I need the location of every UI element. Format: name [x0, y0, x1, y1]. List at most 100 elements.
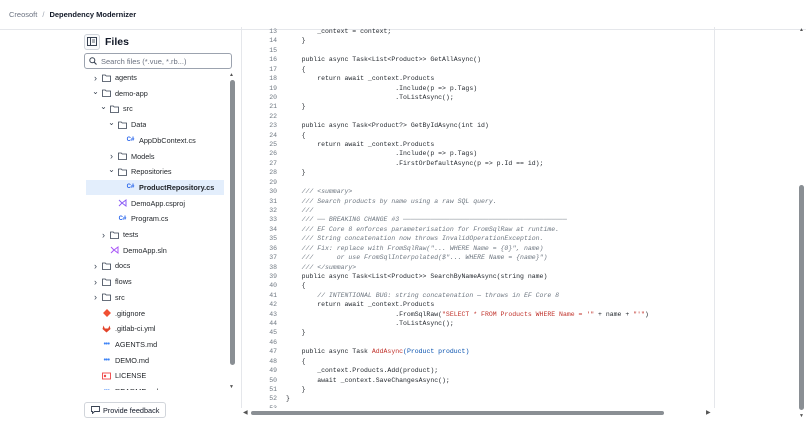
file-sidebar: Files › agents ⌄ demo-app ⌄ src ⌄ Data C# AppDbCo… — [84, 33, 236, 421]
feedback-icon — [91, 406, 100, 414]
file-tree-item[interactable]: C# AppDbContext.cs — [86, 133, 224, 148]
code-text: { — [286, 65, 306, 73]
file-tree-item[interactable]: › agents — [86, 70, 224, 85]
chevron-right-icon[interactable]: › — [91, 73, 100, 83]
line-number: 20 — [269, 93, 277, 101]
page-scroll-thumb[interactable] — [799, 185, 804, 410]
folder-icon — [108, 231, 121, 239]
sidebar-toggle-icon — [87, 37, 97, 46]
chevron-down-icon[interactable]: ⌄ — [107, 118, 116, 127]
code-text: { — [286, 131, 306, 139]
file-tree-item[interactable]: ••• AGENTS.md — [86, 337, 224, 352]
code-text: _context.Products.Add(product); — [286, 367, 439, 375]
page-scroll-up-icon[interactable]: ▲ — [799, 27, 804, 33]
code-line: 50 await _context.SaveChangesAsync(); — [242, 376, 714, 385]
chevron-right-icon[interactable]: › — [91, 292, 100, 302]
page-scrollbar[interactable]: ▲ ▼ — [798, 27, 806, 419]
line-number: 25 — [269, 141, 277, 149]
file-tree-item[interactable]: › Models — [86, 149, 224, 164]
toggle-sidebar-button[interactable] — [84, 33, 100, 50]
code-text: .FirstOrDefaultAsync(p => p.Id == id); — [286, 159, 544, 167]
breadcrumb-root[interactable]: Creosoft — [9, 10, 37, 19]
file-tree-item[interactable]: ⌄ src — [86, 101, 224, 116]
line-number: 21 — [269, 103, 277, 111]
code-line: 39 public async Task<List<Product>> Sear… — [242, 272, 714, 281]
code-line: 37 /// or use FromSqlInterpolated($"... … — [242, 253, 714, 262]
code-line: 43 .FromSqlRaw("SELECT * FROM Products W… — [242, 310, 714, 319]
file-search[interactable] — [84, 53, 232, 69]
file-tree-item[interactable]: › docs — [86, 258, 224, 273]
file-tree-item[interactable]: › src — [86, 290, 224, 305]
code-text: .Include(p => p.Tags) — [286, 150, 478, 158]
code-text: } — [286, 395, 290, 403]
code-line: 31 /// Search products by name using a r… — [242, 197, 714, 206]
line-number: 49 — [269, 367, 277, 375]
line-number: 19 — [269, 84, 277, 92]
chevron-right-icon[interactable]: › — [99, 230, 108, 240]
file-tree-item[interactable]: C# ProductRepository.cs — [86, 179, 224, 195]
folder-icon — [108, 105, 121, 113]
code-line: 27 .FirstOrDefaultAsync(p => p.Id == id)… — [242, 159, 714, 168]
file-tree-item-label: flows — [115, 277, 132, 287]
line-number: 53 — [242, 404, 286, 408]
file-tree-item[interactable]: ⌄ Data — [86, 117, 224, 132]
line-number: 43 — [269, 310, 277, 318]
chevron-right-icon[interactable]: › — [91, 277, 100, 287]
scroll-down-arrow-icon[interactable]: ▼ — [229, 384, 234, 390]
code-text: { — [286, 357, 306, 365]
code-text: await _context.SaveChangesAsync(); — [286, 376, 450, 384]
file-search-input[interactable] — [101, 56, 221, 66]
file-tree-scrollbar[interactable]: ▲ ▼ — [229, 72, 235, 390]
csharp-file-icon: C# — [118, 215, 127, 222]
chevron-down-icon[interactable]: ⌄ — [99, 102, 108, 111]
provide-feedback-label: Provide feedback — [103, 405, 160, 415]
line-number: 15 — [269, 46, 277, 54]
file-tree-item[interactable]: C# Program.cs — [86, 211, 224, 226]
folder-icon — [116, 121, 129, 129]
code-line: 46 — [242, 338, 714, 347]
editor-horizontal-scroll-thumb[interactable] — [251, 411, 664, 415]
solution-file-icon — [108, 246, 121, 255]
code-text: return await _context.Products — [286, 141, 435, 149]
file-tree-item[interactable]: .gitignore — [86, 306, 224, 321]
file-tree-item[interactable]: LICENSE — [86, 368, 224, 383]
chevron-down-icon[interactable]: ⌄ — [91, 87, 100, 96]
code-text: { — [286, 282, 306, 290]
file-tree-item[interactable]: .gitlab-ci.yml — [86, 321, 224, 336]
code-line: 51 } — [242, 385, 714, 394]
file-tree-item-label: DemoApp.csproj — [131, 198, 185, 208]
code-text: .ToListAsync(); — [286, 93, 454, 101]
line-number: 47 — [269, 348, 277, 356]
file-tree-scroll-thumb[interactable] — [230, 80, 235, 365]
file-tree-item[interactable]: ⌄ demo-app — [86, 86, 224, 101]
line-number: 40 — [269, 282, 277, 290]
code-text: .ToListAsync(); — [286, 320, 454, 328]
chevron-right-icon[interactable]: › — [91, 261, 100, 271]
file-tree-item-label: DemoApp.sln — [123, 245, 167, 255]
file-tree-item[interactable]: › tests — [86, 227, 224, 242]
code-comment: /// </summary> — [286, 263, 357, 271]
code-comment: /// String concatenation now throws Inva… — [286, 235, 544, 243]
code-line: 13 _context = context; — [242, 27, 714, 36]
scroll-up-arrow-icon[interactable]: ▲ — [229, 72, 234, 78]
file-tree-item-label: ProductRepository.cs — [139, 182, 215, 192]
code-text: .FromSqlRaw( — [286, 310, 443, 318]
scroll-right-arrow-icon[interactable]: ▶ — [706, 409, 711, 416]
file-tree-item[interactable]: › flows — [86, 274, 224, 289]
code-editor[interactable]: 13 _context = context; 14 } 15 16 public as… — [241, 27, 715, 408]
line-number: 34 — [269, 225, 277, 233]
file-tree-item[interactable]: ⌄ Repositories — [86, 164, 224, 179]
scroll-left-arrow-icon[interactable]: ◀ — [243, 409, 248, 416]
file-tree-item[interactable]: •••README.md — [86, 384, 224, 390]
chevron-down-icon[interactable]: ⌄ — [107, 165, 116, 174]
code-line: 49 _context.Products.Add(product); — [242, 366, 714, 375]
line-number: 13 — [269, 28, 277, 35]
file-tree-item[interactable]: DemoApp.csproj — [86, 196, 224, 211]
code-line: 29 — [242, 178, 714, 187]
file-tree-item[interactable]: ••• DEMO.md — [86, 353, 224, 368]
chevron-right-icon[interactable]: › — [107, 151, 116, 161]
editor-horizontal-scrollbar[interactable]: ◀ ▶ — [241, 409, 715, 417]
file-tree-item[interactable]: DemoApp.sln — [86, 243, 224, 258]
provide-feedback-button[interactable]: Provide feedback — [84, 402, 167, 418]
page-scroll-down-icon[interactable]: ▼ — [799, 413, 804, 419]
